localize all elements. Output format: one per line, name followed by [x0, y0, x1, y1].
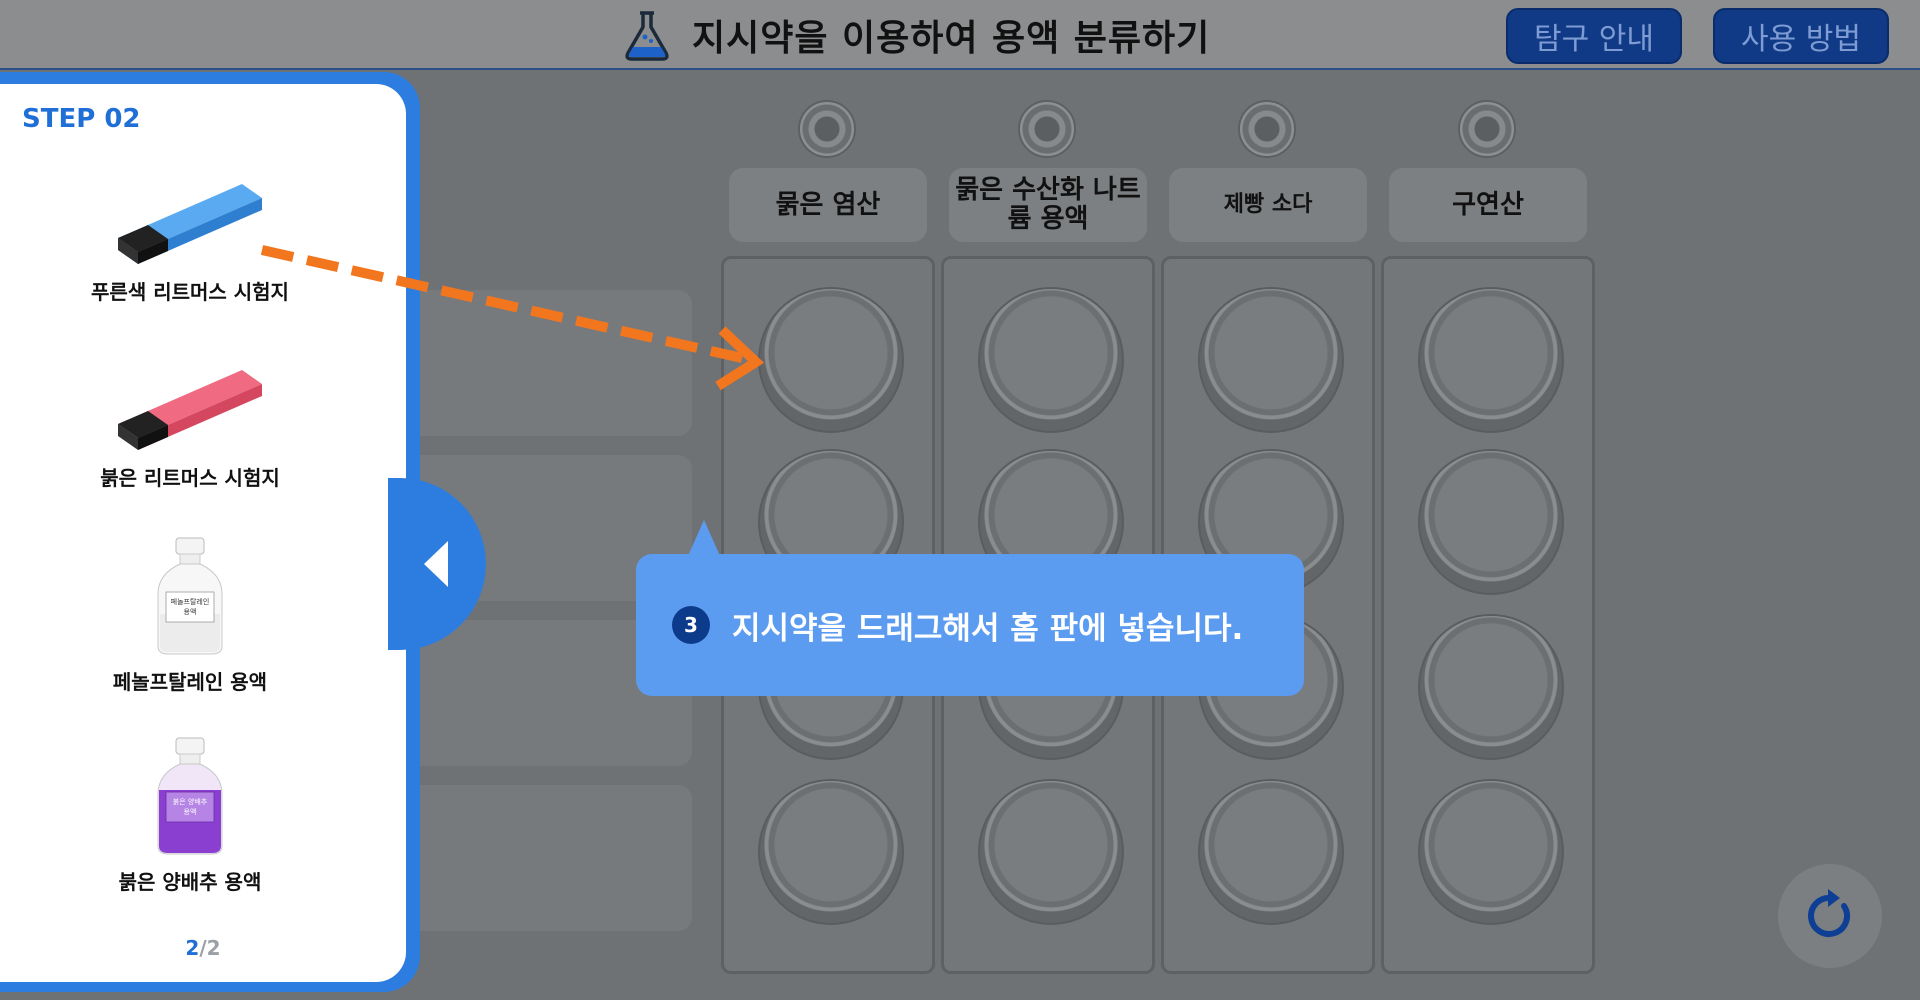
tool-label: 푸른색 리트머스 시험지 [91, 280, 289, 304]
dropper-cap-icon[interactable] [1238, 100, 1296, 158]
well-plate-citric-acid [1381, 256, 1595, 974]
page-current: 2 [185, 936, 200, 960]
tool-label: 붉은 양배추 용액 [118, 870, 262, 894]
well[interactable] [978, 779, 1124, 925]
inquiry-guide-button[interactable]: 탐구 안내 [1506, 8, 1682, 64]
column-label-sodium-hydroxide: 묽은 수산화 나트륨 용액 [949, 168, 1147, 242]
blue-litmus-paper-icon[interactable] [110, 176, 270, 268]
svg-text:페놀프탈레인: 페놀프탈레인 [171, 597, 210, 606]
svg-text:용액: 용액 [184, 808, 197, 816]
tooltip-pointer [688, 520, 720, 556]
indicator-sidebar: STEP 02 푸른색 리트머스 시험지 붉은 리트머스 시험지 페놀프탈레인 … [0, 72, 420, 992]
column-label-citric-acid: 구연산 [1389, 168, 1587, 242]
svg-text:용액: 용액 [184, 608, 197, 616]
flask-icon [625, 11, 669, 61]
well[interactable] [758, 287, 904, 433]
dropper-cap-icon[interactable] [1018, 100, 1076, 158]
how-to-use-button[interactable]: 사용 방법 [1713, 8, 1889, 64]
reset-button[interactable] [1778, 864, 1882, 968]
page-total: 2 [206, 936, 221, 960]
dropper-cap-icon[interactable] [798, 100, 856, 158]
dropper-cap-icon[interactable] [1458, 100, 1516, 158]
chevron-left-icon [424, 541, 448, 587]
result-slot-1[interactable] [390, 290, 692, 436]
instruction-tooltip: 3 지시약을 드래그해서 홈 판에 넣습니다. [636, 520, 1304, 696]
well[interactable] [1418, 614, 1564, 760]
page-title: 지시약을 이용하여 용액 분류하기 [692, 18, 1211, 59]
tool-red-cabbage[interactable]: 붉은 양배추 용액 붉은 양배추 용액 [40, 734, 340, 895]
tool-blue-litmus-paper[interactable]: 푸른색 리트머스 시험지 [40, 176, 340, 305]
tool-label: 붉은 리트머스 시험지 [100, 466, 280, 490]
tool-red-litmus-paper[interactable]: 붉은 리트머스 시험지 [40, 362, 340, 491]
red-litmus-paper-icon[interactable] [110, 362, 270, 454]
svg-text:붉은 양배추: 붉은 양배추 [173, 797, 208, 806]
result-slot-4[interactable] [390, 785, 692, 931]
refresh-icon [1808, 889, 1851, 937]
well[interactable] [1418, 779, 1564, 925]
well[interactable] [1198, 779, 1344, 925]
tool-label: 페놀프탈레인 용액 [112, 670, 268, 694]
well[interactable] [1418, 287, 1564, 433]
page-separator: / [199, 936, 207, 960]
column-label-baking-soda: 제빵 소다 [1169, 168, 1367, 242]
page-indicator: 2/2 [0, 936, 406, 960]
step-label: STEP 02 [22, 104, 141, 134]
instruction-text: 지시약을 드래그해서 홈 판에 넣습니다. [732, 610, 1244, 647]
step-number-badge: 3 [672, 606, 710, 644]
header-bar: 지시약을 이용하여 용액 분류하기 탐구 안내 사용 방법 [0, 0, 1920, 70]
indicator-panel: STEP 02 푸른색 리트머스 시험지 붉은 리트머스 시험지 페놀프탈레인 … [0, 84, 406, 982]
well[interactable] [1418, 449, 1564, 595]
red-cabbage-bottle-icon[interactable]: 붉은 양배추 용액 [150, 734, 230, 858]
well[interactable] [1198, 287, 1344, 433]
well[interactable] [758, 779, 904, 925]
well[interactable] [978, 287, 1124, 433]
tool-phenolphthalein[interactable]: 페놀프탈레인 용액 페놀프탈레인 용액 [40, 534, 340, 695]
column-label-hydrochloric-acid: 묽은 염산 [729, 168, 927, 242]
phenolphthalein-bottle-icon[interactable]: 페놀프탈레인 용액 [150, 534, 230, 658]
title-group: 지시약을 이용하여 용액 분류하기 [620, 8, 1210, 62]
